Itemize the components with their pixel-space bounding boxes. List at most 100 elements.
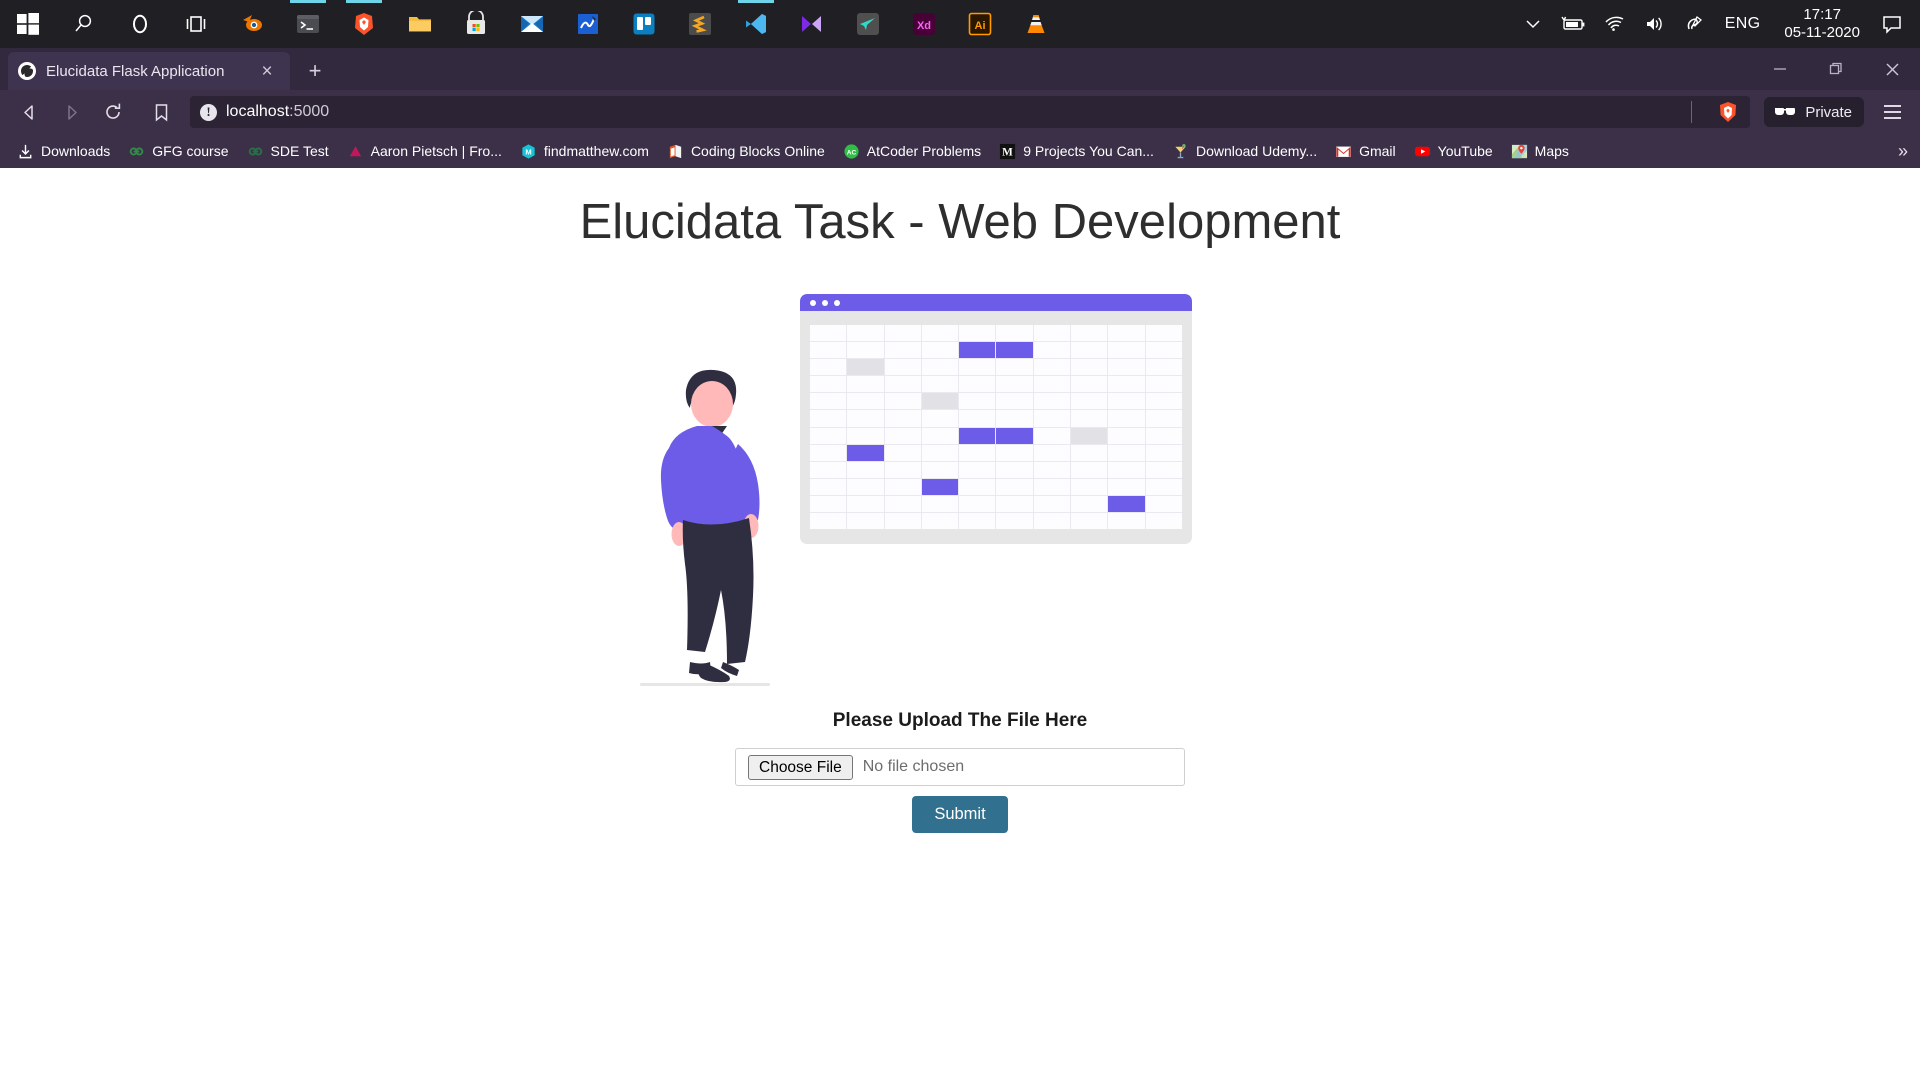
submit-button[interactable]: Submit (912, 796, 1007, 833)
spreadsheet-cell (959, 410, 995, 426)
adobe-illustrator-icon[interactable]: Ai (952, 0, 1008, 48)
bookmark-9-projects[interactable]: M 9 Projects You Can... (990, 138, 1163, 164)
spreadsheet-cell (810, 462, 846, 478)
bookmark-label: Gmail (1359, 143, 1396, 159)
bookmark-icon[interactable] (142, 95, 180, 129)
spreadsheet-cell (996, 325, 1032, 341)
cortana-icon[interactable] (112, 0, 168, 48)
onenote-icon[interactable] (560, 0, 616, 48)
window-dot (834, 300, 840, 306)
blender-icon[interactable] (224, 0, 280, 48)
spreadsheet-cell (922, 342, 958, 358)
adobe-xd-icon[interactable]: Xd (896, 0, 952, 48)
spreadsheet-cell (847, 376, 883, 392)
bookmarks-overflow-button[interactable]: » (1890, 134, 1916, 168)
bookmark-label: findmatthew.com (544, 143, 649, 159)
window-controls (1752, 48, 1920, 90)
spreadsheet-cell (1108, 479, 1144, 495)
spreadsheet-cell (996, 428, 1032, 444)
spreadsheet-cell (1108, 496, 1144, 512)
wifi-icon[interactable] (1595, 0, 1635, 48)
file-input[interactable]: Choose File No file chosen (735, 748, 1185, 786)
bookmark-findmatthew[interactable]: M findmatthew.com (511, 138, 658, 164)
bookmark-downloads[interactable]: Downloads (8, 138, 119, 164)
minimize-button[interactable] (1752, 48, 1808, 90)
brave-shields-icon[interactable] (1718, 101, 1738, 123)
spreadsheet-cell (959, 342, 995, 358)
spreadsheet-cell (1146, 513, 1182, 529)
windows-ink-icon[interactable] (1675, 0, 1713, 48)
bookmark-aaron-pietsch[interactable]: Aaron Pietsch | Fro... (338, 138, 511, 164)
sublime-text-icon[interactable] (672, 0, 728, 48)
file-explorer-icon[interactable] (392, 0, 448, 48)
show-hidden-icons[interactable] (1515, 0, 1551, 48)
close-tab-icon[interactable]: × (254, 58, 280, 84)
hamburger-menu-icon[interactable] (1874, 95, 1910, 129)
spreadsheet-cell (959, 325, 995, 341)
gmail-icon (1335, 143, 1352, 160)
page-content: Elucidata Task - Web Development (0, 168, 1920, 1080)
site-info-warning-icon[interactable]: ! (200, 104, 217, 121)
spreadsheet-cell (922, 359, 958, 375)
task-view-icon[interactable] (168, 0, 224, 48)
spreadsheet-cell (996, 393, 1032, 409)
spreadsheet-cell (959, 462, 995, 478)
bookmark-youtube[interactable]: YouTube (1405, 138, 1502, 164)
windows-start-icon[interactable] (0, 0, 56, 48)
bookmark-gfg-course[interactable]: GFG course (119, 138, 237, 164)
spreadsheet-cell (959, 393, 995, 409)
spreadsheet-cell (1146, 479, 1182, 495)
person-standing-next-to-spreadsheet-illustration (640, 288, 1280, 688)
bookmark-download-udemy[interactable]: Download Udemy... (1163, 138, 1326, 164)
spreadsheet-cell (922, 410, 958, 426)
bookmark-coding-blocks-online[interactable]: Coding Blocks Online (658, 138, 834, 164)
browser-tab[interactable]: Elucidata Flask Application × (8, 52, 290, 90)
spreadsheet-cell (810, 513, 846, 529)
reload-button[interactable] (94, 95, 132, 129)
address-bar[interactable]: ! localhost:5000 (190, 96, 1750, 128)
close-window-button[interactable] (1864, 48, 1920, 90)
postman-icon[interactable] (840, 0, 896, 48)
spreadsheet-cell (922, 445, 958, 461)
forward-button[interactable] (52, 95, 90, 129)
back-button[interactable] (10, 95, 48, 129)
new-tab-button[interactable]: + (302, 58, 328, 84)
spreadsheet-cell (847, 325, 883, 341)
clock[interactable]: 17:17 05-11-2020 (1772, 0, 1872, 48)
file-status-text: No file chosen (863, 758, 964, 776)
hexagon-m-icon: M (520, 143, 537, 160)
spreadsheet-cell (1146, 462, 1182, 478)
vlc-media-player-icon[interactable] (1008, 0, 1064, 48)
bookmark-label: Downloads (41, 143, 110, 159)
spreadsheet-cell (959, 445, 995, 461)
bookmark-sde-test[interactable]: SDE Test (238, 138, 338, 164)
tab-strip: Elucidata Flask Application × + (0, 48, 1920, 90)
visual-studio-code-icon[interactable] (728, 0, 784, 48)
notifications-icon[interactable] (1872, 0, 1912, 48)
search-icon[interactable] (56, 0, 112, 48)
spreadsheet-cell (885, 428, 921, 444)
volume-icon[interactable] (1635, 0, 1675, 48)
bookmark-maps[interactable]: Maps (1502, 138, 1578, 164)
bookmark-gmail[interactable]: Gmail (1326, 138, 1405, 164)
spreadsheet-cell (847, 479, 883, 495)
trello-icon[interactable] (616, 0, 672, 48)
bookmark-label: Download Udemy... (1196, 143, 1317, 159)
geeksforgeeks-icon (128, 143, 145, 160)
terminal-icon[interactable] (280, 0, 336, 48)
brave-browser-icon[interactable] (336, 0, 392, 48)
maximize-button[interactable] (1808, 48, 1864, 90)
bookmark-label: YouTube (1438, 143, 1493, 159)
movies-tv-icon[interactable] (784, 0, 840, 48)
medium-icon: M (999, 143, 1016, 160)
mail-icon[interactable] (504, 0, 560, 48)
language-indicator[interactable]: ENG (1713, 15, 1773, 33)
microsoft-store-icon[interactable] (448, 0, 504, 48)
spreadsheet-cell (1034, 479, 1070, 495)
choose-file-button[interactable]: Choose File (748, 755, 853, 780)
bookmark-atcoder-problems[interactable]: AC AtCoder Problems (834, 138, 990, 164)
spreadsheet-cell (1146, 496, 1182, 512)
battery-charging-icon[interactable] (1551, 0, 1595, 48)
spreadsheet-cell (810, 445, 846, 461)
spreadsheet-cell (1071, 359, 1107, 375)
